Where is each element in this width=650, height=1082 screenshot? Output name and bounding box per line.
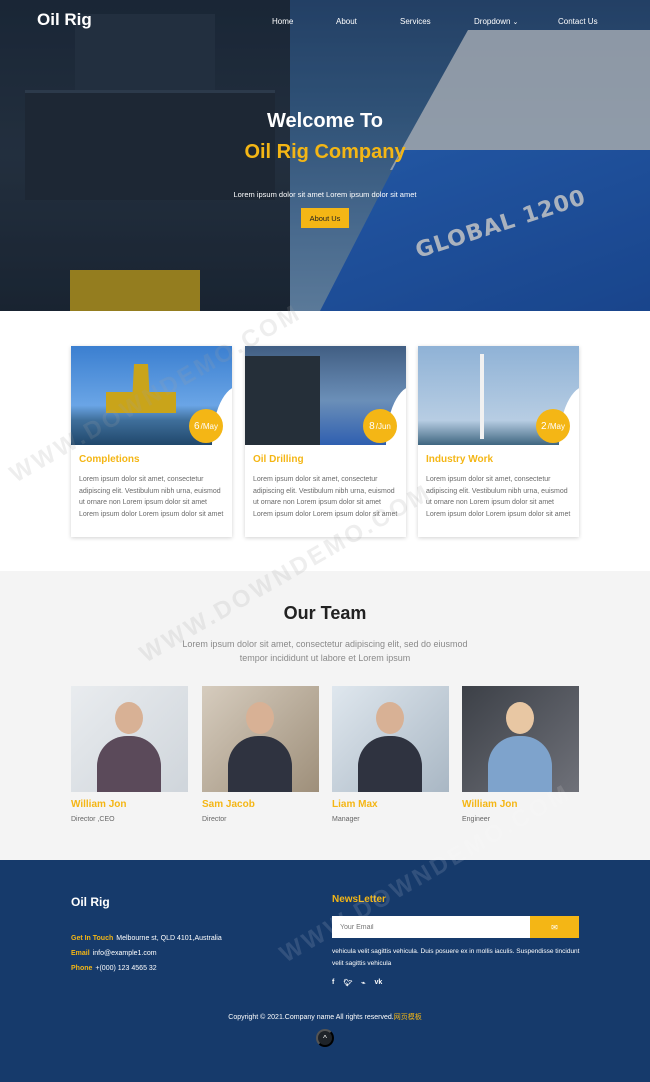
twitter-icon[interactable]: 🐦︎ (343, 979, 352, 987)
person-head-shape (115, 702, 143, 734)
copyright-text: Copyright © 2021.Company name All rights… (228, 1014, 394, 1021)
team-member[interactable]: Liam Max Manager (332, 686, 449, 823)
newsletter-submit-button[interactable]: ✉ (530, 916, 579, 938)
member-name: William Jon (71, 799, 127, 810)
card-title[interactable]: Oil Drilling (253, 454, 304, 465)
nav-dropdown-label: Dropdown (474, 17, 511, 26)
footer: Oil Rig Get In Touch Melbourne st, QLD 41… (0, 860, 650, 1082)
person-body-shape (97, 736, 161, 792)
card-text: Lorem ipsum dolor sit amet, consectetur … (253, 476, 398, 518)
member-photo (462, 686, 579, 792)
rss-icon[interactable]: ⌁ (361, 979, 365, 987)
newsletter-title: NewsLetter (332, 894, 386, 905)
member-name: William Jon (462, 799, 518, 810)
team-member[interactable]: William Jon Director ,CEO (71, 686, 188, 823)
envelope-icon: ✉ (551, 922, 558, 932)
date-badge: 2/May (536, 409, 570, 443)
hero-section: GLOBAL 1200 Oil Rig Home About Services … (0, 0, 650, 311)
nav-home[interactable]: Home (272, 17, 293, 26)
member-role: Director ,CEO (71, 816, 115, 823)
top-navigation: Oil Rig Home About Services Dropdown ⌄ Co… (0, 0, 650, 42)
service-card[interactable]: 8/Jun Oil Drilling Lorem ipsum dolor sit… (245, 346, 406, 537)
chevron-up-icon: ^ (323, 1033, 327, 1043)
phone-label: Phone (71, 965, 93, 972)
vk-icon[interactable]: vk (374, 979, 382, 987)
date-day: 8 (369, 420, 375, 432)
nav-dropdown[interactable]: Dropdown ⌄ (474, 17, 518, 26)
footer-address: Get In Touch Melbourne st, QLD 4101,Austr… (71, 935, 222, 942)
back-to-top-button[interactable]: ^ (316, 1029, 334, 1047)
date-day: 6 (194, 420, 200, 432)
hero-text: Lorem ipsum dolor sit amet Lorem ipsum d… (233, 190, 417, 199)
site-logo[interactable]: Oil Rig (37, 10, 92, 30)
hero-subtitle: Oil Rig Company (244, 141, 406, 163)
team-member[interactable]: Sam Jacob Director (202, 686, 319, 823)
member-photo (332, 686, 449, 792)
newsletter-email-input[interactable] (332, 916, 530, 938)
drilling-rig-shape (245, 356, 320, 445)
footer-email: Email info@example1.com (71, 950, 157, 957)
team-description: Lorem ipsum dolor sit amet, consectetur … (182, 639, 468, 663)
person-head-shape (376, 702, 404, 734)
newsletter-text: vehicula velit sagittis vehicula. Duis p… (332, 948, 580, 967)
team-member[interactable]: William Jon Engineer (462, 686, 579, 823)
get-in-touch-label: Get In Touch (71, 935, 114, 942)
person-body-shape (228, 736, 292, 792)
service-card[interactable]: 6/May Completions Lorem ipsum dolor sit … (71, 346, 232, 537)
person-body-shape (358, 736, 422, 792)
footer-phone: Phone +(000) 123 4565 32 (71, 965, 157, 972)
services-cards-section: 6/May Completions Lorem ipsum dolor sit … (0, 311, 650, 571)
date-month: /May (200, 421, 218, 431)
facebook-icon[interactable]: f (332, 979, 334, 987)
copyright: Copyright © 2021.Company name All rights… (0, 1012, 650, 1022)
nav-about[interactable]: About (336, 17, 357, 26)
email-label: Email (71, 950, 90, 957)
email-link[interactable]: info@example1.com (93, 950, 157, 957)
wind-turbine-shape (480, 354, 484, 439)
member-role: Engineer (462, 816, 491, 823)
member-role: Director (202, 816, 227, 823)
nav-services[interactable]: Services (400, 17, 431, 26)
member-role: Manager (332, 816, 360, 823)
chevron-down-icon: ⌄ (512, 19, 519, 26)
footer-logo[interactable]: Oil Rig (71, 895, 110, 909)
team-section: Our Team Lorem ipsum dolor sit amet, con… (0, 571, 650, 860)
person-head-shape (506, 702, 534, 734)
person-body-shape (488, 736, 552, 792)
date-month: /Jun (375, 421, 391, 431)
member-photo (71, 686, 188, 792)
member-name: Sam Jacob (202, 799, 255, 810)
service-card[interactable]: 2/May Industry Work Lorem ipsum dolor si… (418, 346, 579, 537)
date-badge: 6/May (189, 409, 223, 443)
about-us-button[interactable]: About Us (301, 208, 349, 228)
card-title[interactable]: Industry Work (426, 454, 493, 465)
nav-contact[interactable]: Contact Us (558, 17, 598, 26)
address-text: Melbourne st, QLD 4101,Australia (116, 935, 222, 942)
date-month: /May (547, 421, 565, 431)
phone-text: +(000) 123 4565 32 (95, 965, 157, 972)
date-badge: 8/Jun (363, 409, 397, 443)
person-head-shape (246, 702, 274, 734)
oil-platform-shape (106, 364, 176, 413)
team-title: Our Team (283, 603, 367, 623)
member-name: Liam Max (332, 799, 378, 810)
social-links: f 🐦︎ ⌁ vk (332, 979, 382, 987)
hero-title: Welcome To (267, 110, 383, 132)
card-text: Lorem ipsum dolor sit amet, consectetur … (426, 476, 571, 518)
date-day: 2 (541, 420, 547, 432)
copyright-link[interactable]: 网页模板 (394, 1014, 422, 1021)
member-photo (202, 686, 319, 792)
card-text: Lorem ipsum dolor sit amet, consectetur … (79, 476, 224, 518)
card-title[interactable]: Completions (79, 454, 140, 465)
